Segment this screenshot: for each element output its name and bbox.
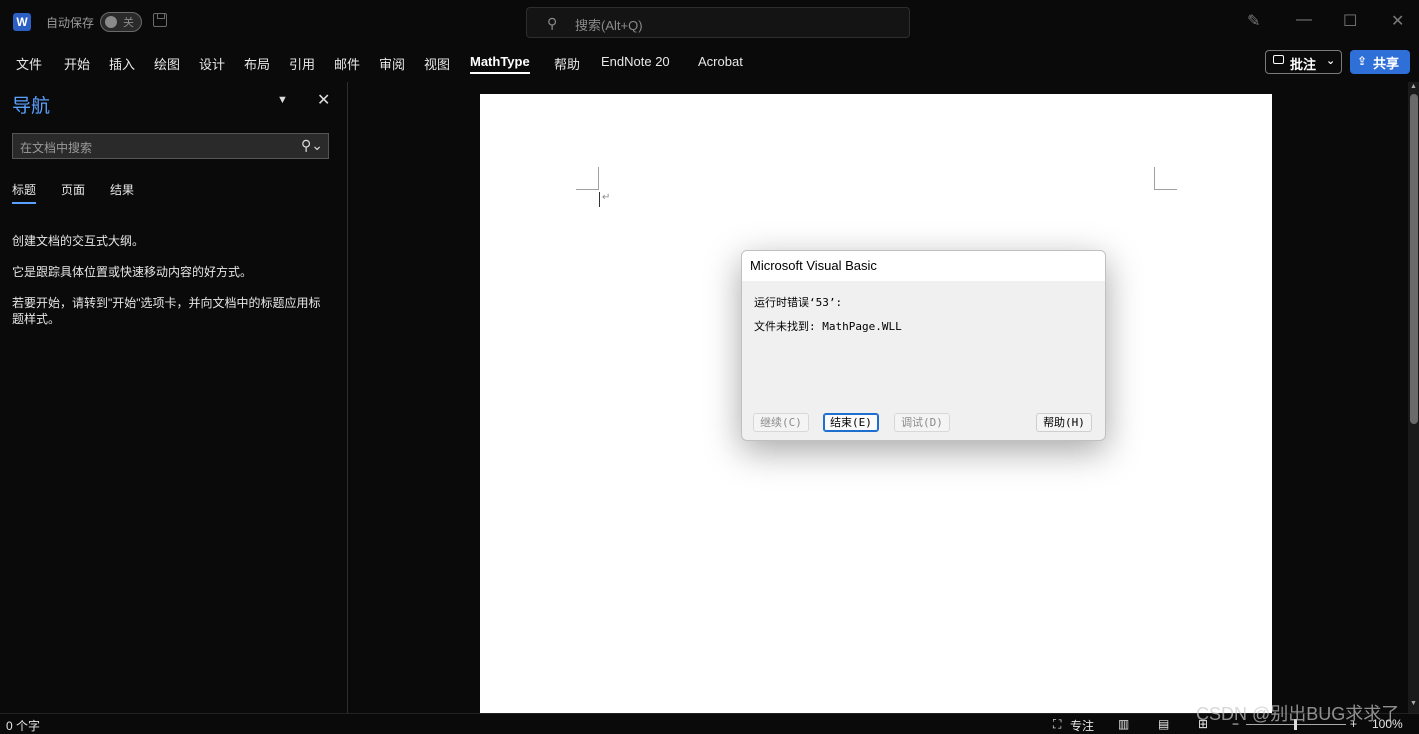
dialog-title: Microsoft Visual Basic bbox=[750, 258, 877, 273]
document-search-placeholder: 在文档中搜索 bbox=[20, 141, 93, 155]
paragraph-mark-icon: ↵ bbox=[602, 192, 611, 203]
tab-endnote[interactable]: EndNote 20 bbox=[601, 54, 670, 69]
close-icon[interactable]: ✕ bbox=[1391, 11, 1404, 31]
scrollbar-thumb[interactable] bbox=[1410, 94, 1418, 424]
focus-mode-label[interactable]: 专注 bbox=[1070, 717, 1094, 734]
text-cursor bbox=[599, 192, 600, 207]
share-button[interactable]: ⇪ 共享 bbox=[1350, 50, 1410, 74]
ribbon-tabs: 文件 开始 插入 绘图 设计 布局 引用 邮件 审阅 视图 MathType 帮… bbox=[0, 44, 1419, 82]
title-bar: W 自动保存 关 ⚲ 搜索(Alt+Q) ✎ — ☐ ✕ bbox=[0, 0, 1419, 44]
dialog-error-line: 运行时错误‘53’: bbox=[754, 296, 843, 309]
pen-icon[interactable]: ✎ bbox=[1247, 11, 1260, 31]
help-button[interactable]: 帮助(H) bbox=[1036, 413, 1092, 432]
comment-icon bbox=[1273, 55, 1284, 64]
navigation-pane: 导航 ▼ ✕ 在文档中搜索 ⚲⌄ 标题 页面 结果 创建文档的交互式大纲。 它是… bbox=[0, 82, 348, 713]
search-icon: ⚲ bbox=[547, 15, 558, 31]
nav-tab-results[interactable]: 结果 bbox=[110, 181, 134, 198]
tab-file[interactable]: 文件 bbox=[16, 54, 42, 73]
vertical-scrollbar[interactable]: ▲ ▼ bbox=[1408, 82, 1419, 713]
scroll-down-icon[interactable]: ▼ bbox=[1410, 700, 1417, 707]
tab-home[interactable]: 开始 bbox=[64, 54, 90, 73]
tab-mailings[interactable]: 邮件 bbox=[334, 54, 360, 73]
tab-insert[interactable]: 插入 bbox=[109, 54, 135, 73]
tab-design[interactable]: 设计 bbox=[199, 54, 225, 73]
margin-corner-top-left bbox=[576, 167, 599, 190]
tab-mathtype[interactable]: MathType bbox=[470, 54, 530, 74]
search-icon[interactable]: ⚲⌄ bbox=[301, 137, 323, 154]
share-label: 共享 bbox=[1373, 56, 1400, 71]
document-search-input[interactable]: 在文档中搜索 ⚲⌄ bbox=[12, 133, 329, 159]
nav-message-2: 它是跟踪具体位置或快速移动内容的好方式。 bbox=[12, 265, 253, 279]
word-count[interactable]: 0 个字 bbox=[6, 717, 40, 734]
tab-help[interactable]: 帮助 bbox=[554, 54, 580, 73]
dialog-title-bar: Microsoft Visual Basic bbox=[742, 251, 1105, 281]
share-icon: ⇪ bbox=[1357, 54, 1368, 68]
tab-draw[interactable]: 绘图 bbox=[154, 54, 180, 73]
debug-button[interactable]: 调试(D) bbox=[894, 413, 950, 432]
pane-options-dropdown-icon[interactable]: ▼ bbox=[277, 94, 288, 106]
navigation-title: 导航 bbox=[12, 96, 51, 117]
tab-references[interactable]: 引用 bbox=[289, 54, 315, 73]
search-input[interactable]: ⚲ 搜索(Alt+Q) bbox=[526, 7, 910, 38]
autosave-label: 自动保存 bbox=[46, 16, 95, 30]
nav-tab-headings[interactable]: 标题 bbox=[12, 181, 37, 204]
toggle-knob bbox=[105, 16, 117, 28]
close-pane-icon[interactable]: ✕ bbox=[317, 90, 330, 110]
save-icon[interactable] bbox=[153, 13, 167, 27]
print-layout-icon[interactable]: ▤ bbox=[1158, 717, 1169, 731]
tab-layout[interactable]: 布局 bbox=[244, 54, 270, 73]
tab-acrobat[interactable]: Acrobat bbox=[698, 54, 743, 69]
autosave-toggle[interactable]: 关 bbox=[100, 12, 142, 32]
watermark: CSDN @别出BUG求求了 bbox=[1196, 704, 1400, 724]
dialog-detail-line: 文件未找到: MathPage.WLL bbox=[754, 320, 902, 333]
margin-corner-top-right bbox=[1154, 167, 1177, 190]
tab-view[interactable]: 视图 bbox=[424, 54, 450, 73]
focus-mode-icon[interactable]: ⛶ bbox=[1053, 717, 1061, 732]
continue-button[interactable]: 继续(C) bbox=[753, 413, 809, 432]
scroll-up-icon[interactable]: ▲ bbox=[1410, 83, 1417, 90]
minimize-icon[interactable]: — bbox=[1296, 11, 1312, 29]
maximize-icon[interactable]: ☐ bbox=[1343, 11, 1357, 31]
nav-message-1: 创建文档的交互式大纲。 bbox=[12, 234, 145, 248]
comments-button[interactable]: 批注 ⌄ bbox=[1265, 50, 1342, 74]
chevron-down-icon: ⌄ bbox=[1326, 55, 1336, 67]
nav-message-3: 若要开始，请转到"开始"选项卡，并向文档中的标题应用标题样式。 bbox=[12, 296, 321, 326]
nav-tab-pages[interactable]: 页面 bbox=[61, 181, 85, 198]
autosave-state: 关 bbox=[123, 17, 134, 29]
comments-label: 批注 bbox=[1290, 57, 1317, 72]
end-button[interactable]: 结束(E) bbox=[823, 413, 879, 432]
word-app-icon: W bbox=[13, 13, 31, 31]
search-placeholder: 搜索(Alt+Q) bbox=[575, 18, 643, 33]
vba-error-dialog: Microsoft Visual Basic 运行时错误‘53’: 文件未找到:… bbox=[741, 250, 1106, 441]
tab-review[interactable]: 审阅 bbox=[379, 54, 405, 73]
read-mode-icon[interactable]: ▥ bbox=[1118, 717, 1129, 731]
